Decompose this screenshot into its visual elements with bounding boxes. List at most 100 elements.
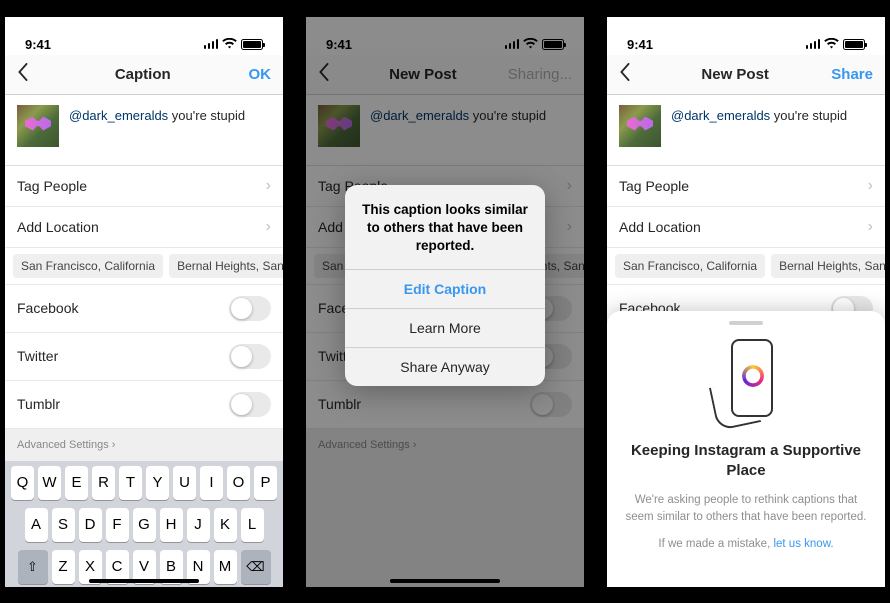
chevron-right-icon: › <box>567 177 572 195</box>
wifi-icon <box>824 37 839 52</box>
nav-title: New Post <box>701 66 769 83</box>
phone-heart-illustration <box>711 339 781 429</box>
key-q[interactable]: Q <box>11 466 34 500</box>
post-thumbnail[interactable] <box>17 105 59 147</box>
key-shift[interactable]: ⇧ <box>18 550 48 584</box>
location-chip[interactable]: San Francisco, California <box>13 254 163 278</box>
key-backspace[interactable]: ⌫ <box>241 550 271 584</box>
share-tumblr-row: Tumblr <box>306 381 584 429</box>
tag-people-row[interactable]: Tag People› <box>607 166 885 207</box>
key-a[interactable]: A <box>25 508 48 542</box>
key-k[interactable]: K <box>214 508 237 542</box>
key-y[interactable]: Y <box>146 466 169 500</box>
key-e[interactable]: E <box>65 466 88 500</box>
location-suggestions: San Francisco, California Bernal Heights… <box>5 248 283 285</box>
nav-sharing-status: Sharing... <box>508 66 572 83</box>
edit-caption-button[interactable]: Edit Caption <box>345 269 545 308</box>
ios-keyboard: Q W E R T Y U I O P A S D F G H J K L <box>5 461 283 587</box>
key-z[interactable]: Z <box>52 550 75 584</box>
key-d[interactable]: D <box>79 508 102 542</box>
back-button[interactable] <box>619 63 639 86</box>
status-time: 9:41 <box>326 37 352 52</box>
nav-ok-button[interactable]: OK <box>248 66 271 83</box>
battery-icon <box>241 39 263 50</box>
home-indicator[interactable] <box>390 579 500 583</box>
status-bar: 9:41 <box>607 17 885 55</box>
key-p[interactable]: P <box>254 466 277 500</box>
chevron-right-icon: › <box>266 218 271 236</box>
key-g[interactable]: G <box>133 508 156 542</box>
let-us-know-link[interactable]: let us know. <box>773 538 833 550</box>
battery-icon <box>542 39 564 50</box>
chevron-right-icon: › <box>868 218 873 236</box>
key-r[interactable]: R <box>92 466 115 500</box>
caption-row: @dark_emeralds you're stupid <box>306 95 584 166</box>
key-m[interactable]: M <box>214 550 237 584</box>
key-w[interactable]: W <box>38 466 61 500</box>
back-button[interactable] <box>318 63 338 86</box>
post-thumbnail[interactable] <box>619 105 661 147</box>
share-twitter-row: Twitter <box>5 333 283 381</box>
tag-people-row[interactable]: Tag People› <box>5 166 283 207</box>
twitter-toggle[interactable] <box>229 344 271 369</box>
share-anyway-button[interactable]: Share Anyway <box>345 347 545 386</box>
chevron-right-icon: › <box>266 177 271 195</box>
mention-handle: @dark_emeralds <box>69 108 168 123</box>
signal-icon <box>806 39 821 49</box>
status-indicators <box>505 37 565 52</box>
nav-bar: Caption OK <box>5 55 283 95</box>
tumblr-toggle[interactable] <box>229 392 271 417</box>
content-area: @dark_emeralds you're stupid Tag People›… <box>5 95 283 587</box>
battery-icon <box>843 39 865 50</box>
caption-input[interactable]: @dark_emeralds you're stupid <box>370 105 546 125</box>
key-s[interactable]: S <box>52 508 75 542</box>
nav-title: Caption <box>115 66 171 83</box>
add-location-row[interactable]: Add Location› <box>607 207 885 248</box>
key-j[interactable]: J <box>187 508 210 542</box>
advanced-settings-link[interactable]: Advanced Settings › <box>5 429 283 461</box>
chevron-right-icon: › <box>868 177 873 195</box>
phone-caption-editing: 9:41 Caption OK @dark_emeralds you're st… <box>5 17 283 587</box>
key-h[interactable]: H <box>160 508 183 542</box>
key-u[interactable]: U <box>173 466 196 500</box>
location-suggestions: San Francisco, California Bernal Heights… <box>607 248 885 285</box>
sheet-mistake-line: If we made a mistake, let us know. <box>625 536 867 553</box>
alert-title: This caption looks similar to others tha… <box>345 185 545 270</box>
back-button[interactable] <box>17 63 37 86</box>
tumblr-toggle[interactable] <box>530 392 572 417</box>
caption-row: @dark_emeralds you're stupid <box>607 95 885 166</box>
supportive-place-sheet: Keeping Instagram a Supportive Place We'… <box>607 311 885 586</box>
phone-warning-alert: 9:41 New Post Sharing... @dark_emeralds … <box>306 17 584 587</box>
home-indicator[interactable] <box>89 579 199 583</box>
location-chip[interactable]: Bernal Heights, San Fr… <box>771 254 885 278</box>
post-thumbnail[interactable] <box>318 105 360 147</box>
status-bar: 9:41 <box>306 17 584 55</box>
sheet-title: Keeping Instagram a Supportive Place <box>625 441 867 480</box>
status-time: 9:41 <box>25 37 51 52</box>
nav-share-button[interactable]: Share <box>831 66 873 83</box>
caption-input[interactable]: @dark_emeralds you're stupid <box>69 105 245 125</box>
location-chip[interactable]: Bernal Heights, San Fr… <box>169 254 283 278</box>
status-indicators <box>204 37 264 52</box>
caption-input[interactable]: @dark_emeralds you're stupid <box>671 105 847 125</box>
key-l[interactable]: L <box>241 508 264 542</box>
status-time: 9:41 <box>627 37 653 52</box>
caption-warning-alert: This caption looks similar to others tha… <box>345 185 545 387</box>
mention-handle: @dark_emeralds <box>370 108 469 123</box>
sheet-grabber[interactable] <box>729 321 763 325</box>
signal-icon <box>204 39 219 49</box>
learn-more-button[interactable]: Learn More <box>345 308 545 347</box>
add-location-row[interactable]: Add Location› <box>5 207 283 248</box>
status-bar: 9:41 <box>5 17 283 55</box>
facebook-toggle[interactable] <box>229 296 271 321</box>
share-tumblr-row: Tumblr <box>5 381 283 429</box>
nav-bar: New Post Share <box>607 55 885 95</box>
advanced-settings-link[interactable]: Advanced Settings › <box>306 429 584 461</box>
key-f[interactable]: F <box>106 508 129 542</box>
key-i[interactable]: I <box>200 466 223 500</box>
status-indicators <box>806 37 866 52</box>
key-o[interactable]: O <box>227 466 250 500</box>
share-facebook-row: Facebook <box>5 285 283 333</box>
location-chip[interactable]: San Francisco, California <box>615 254 765 278</box>
key-t[interactable]: T <box>119 466 142 500</box>
